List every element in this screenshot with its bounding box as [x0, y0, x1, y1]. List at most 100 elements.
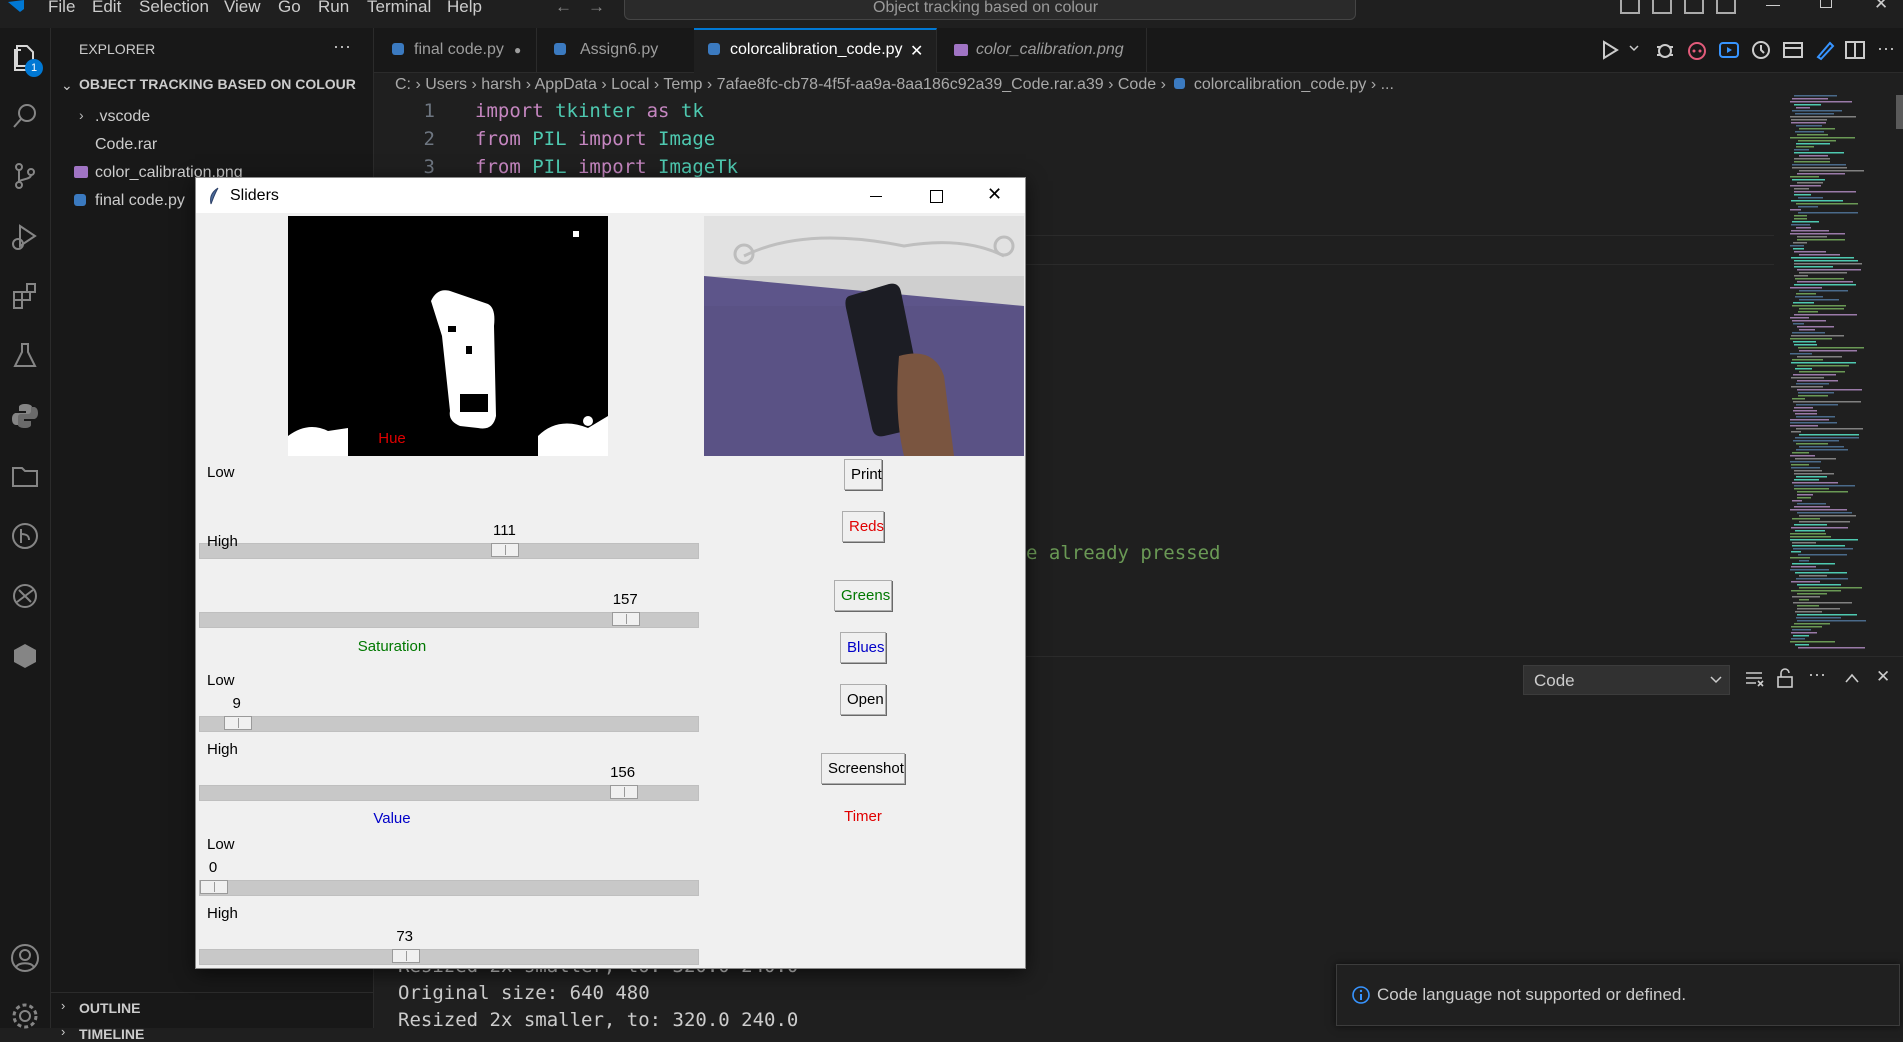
tab-colorcalibration-code[interactable]: colorcalibration_code.py ✕ — [694, 28, 937, 73]
close-panel-icon[interactable]: ✕ — [1876, 667, 1890, 687]
breadcrumb-item[interactable]: Users — [425, 76, 467, 93]
menu-help[interactable]: Help — [447, 0, 482, 17]
editor-scrollbar[interactable] — [1896, 95, 1903, 129]
hue-low-slider[interactable] — [199, 543, 699, 559]
folder-icon[interactable] — [9, 460, 41, 492]
saturation-low-slider[interactable] — [199, 716, 699, 732]
live-preview-icon[interactable] — [1718, 39, 1740, 61]
breadcrumb-item[interactable]: colorcalibration_code.py — [1194, 76, 1367, 93]
menu-go[interactable]: Go — [278, 0, 301, 17]
chevron-right-icon[interactable]: › — [61, 1024, 65, 1039]
minimap[interactable] — [1782, 95, 1902, 655]
code-line-3[interactable]: 3 from PIL import ImageTk — [395, 156, 739, 178]
settings-gear-icon[interactable] — [9, 1000, 41, 1032]
menu-file[interactable]: File — [48, 0, 75, 17]
accounts-icon[interactable] — [9, 942, 41, 974]
slider-thumb[interactable] — [612, 612, 641, 626]
code-line-1[interactable]: 1 import tkinter as tk — [395, 100, 704, 122]
run-debug-icon[interactable] — [9, 220, 41, 252]
greens-button[interactable]: Greens — [834, 580, 892, 611]
open-button[interactable]: Open — [840, 684, 886, 715]
print-button[interactable]: Print — [844, 459, 882, 490]
python-icon[interactable] — [9, 400, 41, 432]
slider-thumb[interactable] — [200, 880, 228, 894]
close-window-icon[interactable]: ✕ — [1874, 0, 1888, 14]
panel-more-icon[interactable]: ··· — [1808, 664, 1826, 685]
customize-layout-icon[interactable] — [1716, 0, 1736, 14]
chevron-down-icon[interactable]: ⌄ — [61, 77, 73, 94]
slider-thumb[interactable] — [609, 785, 638, 799]
testing-flask-icon[interactable] — [9, 340, 41, 372]
open-preview-icon[interactable] — [1782, 39, 1804, 61]
toggle-panel-icon[interactable] — [1652, 0, 1672, 14]
maximize-icon[interactable] — [930, 190, 943, 203]
breadcrumb-item[interactable]: AppData — [535, 76, 597, 93]
close-tab-icon[interactable]: ✕ — [910, 41, 923, 61]
history-icon[interactable] — [1750, 39, 1772, 61]
notification-toast[interactable]: Code language not supported or defined. — [1336, 964, 1900, 1026]
project-folder-title[interactable]: OBJECT TRACKING BASED ON COLOUR — [79, 76, 356, 92]
hexagon-extension-icon[interactable] — [9, 640, 41, 672]
chevron-down-icon[interactable] — [1628, 42, 1640, 54]
breadcrumb-item[interactable]: Code — [1118, 76, 1156, 93]
breadcrumb-item[interactable]: ... — [1381, 76, 1394, 93]
breadcrumb-item[interactable]: Local — [611, 76, 649, 93]
screenshot-button[interactable]: Screenshot — [821, 753, 905, 784]
reds-button[interactable]: Reds — [842, 511, 884, 542]
close-window-icon[interactable]: ✕ — [987, 184, 1002, 205]
saturation-high-slider[interactable] — [199, 785, 699, 801]
breadcrumb-item[interactable]: 7afae8fc-cb78-4f5f-aa9a-8aa186c92a39_Cod… — [717, 76, 1104, 93]
menu-selection[interactable]: Selection — [139, 0, 209, 17]
tab-final-code[interactable]: final code.py ● — [374, 28, 537, 72]
more-actions-icon[interactable]: ··· — [1877, 38, 1895, 59]
value-high-slider[interactable] — [199, 949, 699, 965]
code-comment-fragment[interactable]: e already pressed — [1026, 542, 1220, 564]
slider-thumb[interactable] — [491, 543, 520, 557]
unlock-icon[interactable] — [1776, 668, 1794, 688]
source-control-icon[interactable] — [9, 160, 41, 192]
tab-assign6[interactable]: Assign6.py — [536, 28, 695, 72]
clear-output-icon[interactable] — [1744, 670, 1764, 688]
search-icon[interactable] — [9, 100, 41, 132]
maximize-icon[interactable] — [1820, 0, 1832, 8]
modified-dot-icon[interactable]: ● — [514, 43, 521, 57]
run-python-icon[interactable] — [1600, 40, 1620, 60]
output-channel-dropdown[interactable]: Code — [1523, 665, 1730, 695]
minimize-icon[interactable] — [870, 196, 882, 197]
explorer-more-icon[interactable]: ··· — [333, 36, 351, 57]
timeline-section[interactable]: TIMELINE — [79, 1026, 144, 1042]
tree-item-vscode[interactable]: › .vscode — [51, 103, 373, 131]
copilot-icon[interactable] — [1686, 39, 1708, 61]
outline-section[interactable]: OUTLINE — [79, 1000, 140, 1016]
debug-bug-icon[interactable] — [1654, 39, 1676, 61]
breadcrumb-item[interactable]: C: — [395, 76, 411, 93]
blues-button[interactable]: Blues — [840, 632, 886, 663]
chevron-right-icon[interactable]: › — [61, 998, 65, 1013]
tree-item-code-rar[interactable]: Code.rar — [51, 131, 373, 159]
code-line-2[interactable]: 2 from PIL import Image — [395, 128, 716, 150]
value-low-slider[interactable] — [199, 880, 699, 896]
slider-thumb[interactable] — [391, 949, 420, 963]
menu-view[interactable]: View — [224, 0, 261, 17]
toggle-secondary-sidebar-icon[interactable] — [1684, 0, 1704, 14]
extensions-icon[interactable] — [9, 280, 41, 312]
breadcrumb-item[interactable]: harsh — [481, 76, 521, 93]
split-editor-icon[interactable] — [1844, 39, 1866, 61]
maximize-panel-icon[interactable] — [1844, 672, 1860, 684]
command-center-search[interactable]: Object tracking based on colour — [624, 0, 1356, 20]
tab-color-calibration-png[interactable]: color_calibration.png — [936, 28, 1147, 72]
git-graph-icon[interactable] — [9, 520, 41, 552]
minimize-icon[interactable] — [1766, 5, 1780, 6]
toggle-sidebar-icon[interactable] — [1620, 0, 1640, 14]
breadcrumb-item[interactable]: Temp — [663, 76, 702, 93]
remote-explorer-icon[interactable] — [9, 580, 41, 612]
slider-thumb[interactable] — [223, 716, 252, 730]
menu-run[interactable]: Run — [318, 0, 349, 17]
back-arrow-icon[interactable]: ← — [555, 0, 572, 17]
hue-high-slider[interactable] — [199, 612, 699, 628]
forward-arrow-icon[interactable]: → — [588, 0, 605, 17]
window-titlebar[interactable]: Sliders ✕ — [196, 178, 1025, 213]
menu-terminal[interactable]: Terminal — [367, 0, 431, 17]
menu-edit[interactable]: Edit — [92, 0, 121, 17]
pen-icon[interactable] — [1814, 39, 1836, 61]
